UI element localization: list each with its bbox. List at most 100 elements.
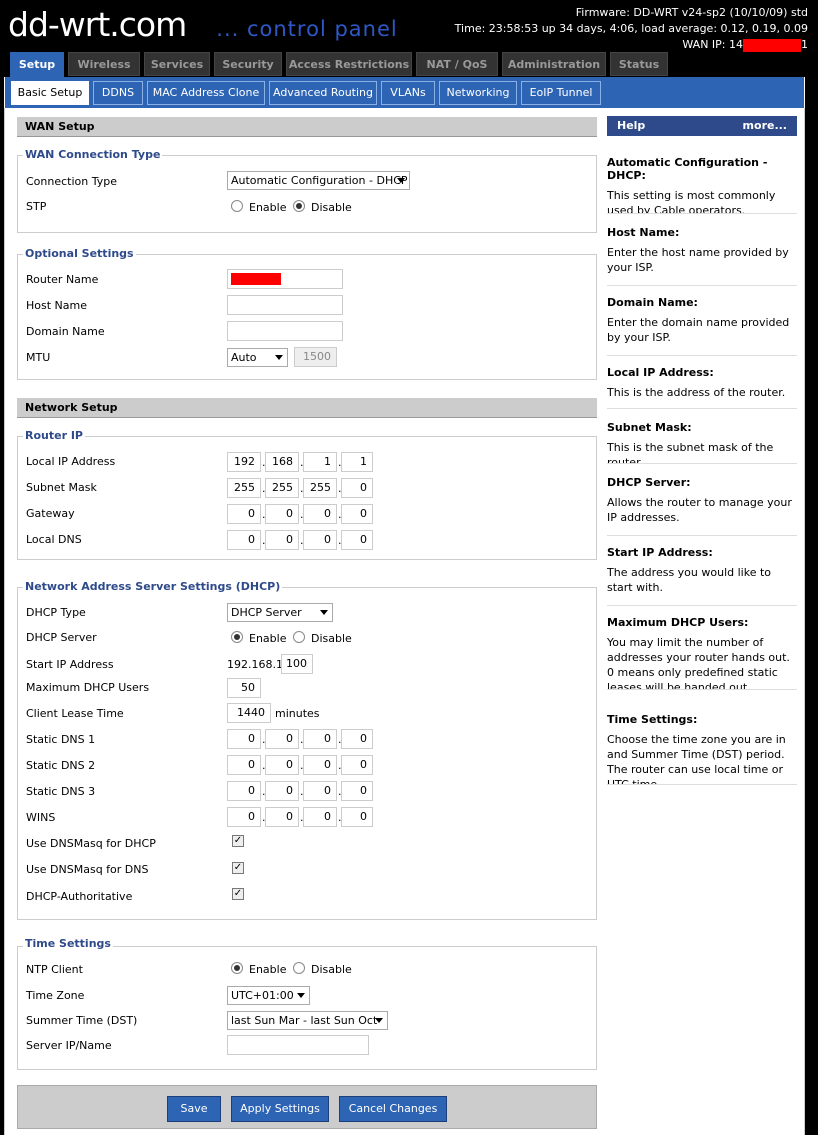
tab-access-restrictions[interactable]: Access Restrictions (286, 52, 412, 76)
start-ip-input[interactable]: 100 (281, 654, 313, 674)
local-dns-octet-1[interactable]: 0 (227, 530, 261, 550)
static-dns-2-octet-4[interactable]: 0 (341, 755, 373, 775)
summer-time-select[interactable]: last Sun Mar - last Sun Oct (227, 1011, 388, 1030)
redaction (743, 38, 801, 52)
local-ip-octet-4[interactable]: 1 (341, 452, 373, 472)
local-dns-octet-3[interactable]: 0 (303, 530, 337, 550)
wins-octet-4[interactable]: 0 (341, 807, 373, 827)
ntp-disable-label: Disable (311, 963, 352, 976)
action-bar: Save Apply Settings Cancel Changes (17, 1085, 597, 1129)
help-item: Domain Name: Enter the domain name provid… (607, 296, 797, 356)
local-ip-octet-2[interactable]: 168 (265, 452, 299, 472)
router-name-input[interactable] (227, 269, 343, 289)
static-dns-2-octet-1[interactable]: 0 (227, 755, 261, 775)
logo-text: dd-wrt.com (8, 5, 187, 44)
gateway-octet-4[interactable]: 0 (341, 504, 373, 524)
wins-octet-1[interactable]: 0 (227, 807, 261, 827)
subtab-ddns[interactable]: DDNS (93, 81, 143, 105)
dhcp-authoritative-checkbox[interactable]: ✓ (232, 888, 244, 900)
ntp-disable-radio[interactable] (293, 962, 305, 974)
time-zone-select[interactable]: UTC+01:00 (227, 986, 310, 1005)
subnet-octet-4[interactable]: 0 (341, 478, 373, 498)
gateway-octet-3[interactable]: 0 (303, 504, 337, 524)
subnet-octet-3[interactable]: 255 (303, 478, 337, 498)
wins-octet-3[interactable]: 0 (303, 807, 337, 827)
connection-type-value: Automatic Configuration - DHCP (231, 174, 408, 187)
tab-administration[interactable]: Administration (502, 52, 606, 76)
legend-router-ip: Router IP (23, 429, 85, 442)
static-dns-3-octet-4[interactable]: 0 (341, 781, 373, 801)
subnet-octet-2[interactable]: 255 (265, 478, 299, 498)
legend-dhcp: Network Address Server Settings (DHCP) (23, 580, 283, 593)
local-dns-octet-2[interactable]: 0 (265, 530, 299, 550)
static-dns-1-octet-4[interactable]: 0 (341, 729, 373, 749)
tab-status[interactable]: Status (610, 52, 668, 76)
dhcp-server-enable-radio[interactable] (231, 631, 243, 643)
static-dns-3-octet-3[interactable]: 0 (303, 781, 337, 801)
subtab-basic-setup[interactable]: Basic Setup (11, 81, 89, 105)
connection-type-select[interactable]: Automatic Configuration - DHCP (227, 171, 410, 190)
cancel-changes-button[interactable]: Cancel Changes (339, 1096, 447, 1122)
dhcp-type-select[interactable]: DHCP Server (227, 603, 333, 622)
client-lease-time-input[interactable]: 1440 (227, 703, 271, 723)
static-dns-1-octet-1[interactable]: 0 (227, 729, 261, 749)
static-dns-1-octet-2[interactable]: 0 (265, 729, 299, 749)
apply-settings-button[interactable]: Apply Settings (231, 1096, 329, 1122)
subnet-octet-1[interactable]: 255 (227, 478, 261, 498)
help-more-link[interactable]: more... (743, 116, 787, 136)
dnsmasq-dns-checkbox[interactable]: ✓ (232, 862, 244, 874)
help-item-title: Automatic Configuration - DHCP: (607, 156, 768, 182)
dnsmasq-dhcp-checkbox[interactable]: ✓ (232, 835, 244, 847)
static-dns-3-octet-2[interactable]: 0 (265, 781, 299, 801)
gateway-octet-1[interactable]: 0 (227, 504, 261, 524)
label-dhcp-type: DHCP Type (26, 606, 86, 619)
local-dns-octet-4[interactable]: 0 (341, 530, 373, 550)
dhcp-type-value: DHCP Server (231, 606, 302, 619)
header: dd-wrt.com ... control panel Firmware: DD… (0, 0, 818, 52)
label-local-dns: Local DNS (26, 533, 82, 546)
save-button[interactable]: Save (167, 1096, 221, 1122)
static-dns-1-octet-3[interactable]: 0 (303, 729, 337, 749)
status-info: Firmware: DD-WRT v24-sp2 (10/10/09) std … (455, 5, 808, 53)
content-area: WAN Setup WAN Connection Type Connection… (4, 108, 805, 1135)
mtu-value-input: 1500 (294, 347, 337, 367)
local-ip-octet-3[interactable]: 1 (303, 452, 337, 472)
label-dhcp-server: DHCP Server (26, 631, 97, 644)
legend-optional-settings: Optional Settings (23, 247, 136, 260)
stp-enable-radio[interactable] (231, 200, 243, 212)
static-dns-2-octet-2[interactable]: 0 (265, 755, 299, 775)
subtab-eoip-tunnel[interactable]: EoIP Tunnel (521, 81, 601, 105)
server-ip-input[interactable] (227, 1035, 369, 1055)
sub-tabs: Basic Setup DDNS MAC Address Clone Advan… (4, 77, 805, 108)
tab-wireless[interactable]: Wireless (68, 52, 140, 76)
help-title: Help (617, 119, 646, 132)
help-item: Local IP Address: This is the address of … (607, 366, 797, 409)
subtab-networking[interactable]: Networking (439, 81, 517, 105)
label-max-dhcp-users: Maximum DHCP Users (26, 681, 150, 694)
max-dhcp-users-input[interactable]: 50 (227, 678, 261, 698)
label-router-name: Router Name (26, 273, 99, 286)
chevron-down-icon (397, 178, 405, 183)
stp-disable-radio[interactable] (293, 200, 305, 212)
subtab-mac-address-clone[interactable]: MAC Address Clone (147, 81, 265, 105)
ntp-enable-radio[interactable] (231, 962, 243, 974)
tab-nat-qos[interactable]: NAT / QoS (416, 52, 498, 76)
help-item-title: Domain Name: (607, 296, 698, 309)
local-ip-octet-1[interactable]: 192 (227, 452, 261, 472)
subtab-advanced-routing[interactable]: Advanced Routing (269, 81, 377, 105)
static-dns-3-octet-1[interactable]: 0 (227, 781, 261, 801)
wins-octet-2[interactable]: 0 (265, 807, 299, 827)
gateway-octet-2[interactable]: 0 (265, 504, 299, 524)
tab-security[interactable]: Security (214, 52, 282, 76)
label-domain-name: Domain Name (26, 325, 105, 338)
time-zone-value: UTC+01:00 (231, 989, 294, 1002)
tab-setup[interactable]: Setup (10, 52, 64, 78)
dhcp-server-disable-radio[interactable] (293, 631, 305, 643)
mtu-mode-select[interactable]: Auto (227, 348, 288, 367)
host-name-input[interactable] (227, 295, 343, 315)
help-item: DHCP Server: Allows the router to manage … (607, 476, 797, 536)
tab-services[interactable]: Services (144, 52, 210, 76)
domain-name-input[interactable] (227, 321, 343, 341)
subtab-vlans[interactable]: VLANs (381, 81, 435, 105)
static-dns-2-octet-3[interactable]: 0 (303, 755, 337, 775)
